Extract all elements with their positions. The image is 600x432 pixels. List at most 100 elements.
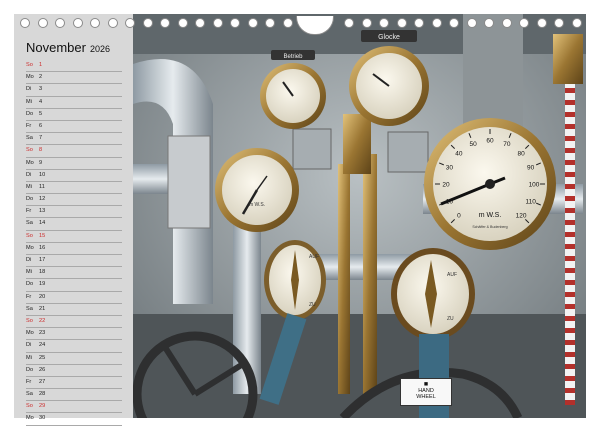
month-name: November <box>26 40 86 55</box>
binding-hole <box>160 18 170 28</box>
binding-hole <box>519 18 529 28</box>
weekday: So <box>26 147 33 154</box>
binding-hole <box>554 18 564 28</box>
tube-stripe <box>565 208 575 213</box>
pressure-gauge-large: 0102030405060708090100110120 m W.S. Schä… <box>424 118 556 250</box>
weekday: So <box>26 232 33 239</box>
tube-stripe <box>565 280 575 285</box>
day-row: So 22 <box>26 316 122 329</box>
weekday: Fr <box>26 378 32 385</box>
gauge-maker: Schäffer & Budenberg <box>472 225 507 229</box>
day-number: 18 <box>39 269 46 276</box>
day-row: So 15 <box>26 231 122 243</box>
weekday: Mo <box>26 330 34 337</box>
weekday: Fr <box>26 293 32 300</box>
binding-hole <box>282 18 293 28</box>
weekday: Do <box>26 366 34 373</box>
weekday: Di <box>26 86 32 93</box>
day-row: Fr 13 <box>26 206 122 219</box>
tube-stripe <box>565 304 575 309</box>
gauge-tick-label: 90 <box>527 165 535 172</box>
month-heading: November 2026 <box>26 40 110 55</box>
gauge-tick-label: 40 <box>455 150 463 157</box>
day-number: 24 <box>39 342 46 349</box>
gauge-tick-label: 120 <box>516 213 527 220</box>
placard-icon: ■ <box>423 381 429 388</box>
day-row: So 8 <box>26 145 122 158</box>
day-row: Fr 6 <box>26 121 122 134</box>
tube-stripe <box>565 172 575 177</box>
binding-hole <box>142 18 153 28</box>
weekday: So <box>26 403 33 410</box>
gauge-tick-label: 80 <box>517 150 525 157</box>
valve-indicator-right: AUF ZU <box>391 248 475 340</box>
gauge-label: Glocke <box>378 34 400 41</box>
binding-hole <box>212 18 223 28</box>
day-row: Sa 14 <box>26 218 122 231</box>
weekday: Fr <box>26 208 32 215</box>
day-row: Di 10 <box>26 170 122 182</box>
day-number: 3 <box>39 86 43 93</box>
tube-stripe <box>565 256 575 261</box>
tube-stripe <box>565 244 575 249</box>
day-number: 29 <box>39 403 46 410</box>
binding-hole <box>177 18 188 28</box>
binding-hole <box>90 18 100 28</box>
day-number: 6 <box>39 122 43 129</box>
day-number: 17 <box>39 257 46 263</box>
day-number: 7 <box>39 135 43 142</box>
day-number: 11 <box>39 183 45 190</box>
day-row: So 1 <box>26 60 122 73</box>
tube-stripe <box>565 388 575 393</box>
weekday: Mo <box>26 74 34 81</box>
day-row: Sa 7 <box>26 133 122 146</box>
day-row: Do 5 <box>26 109 122 121</box>
binding-hole <box>195 18 205 28</box>
caption-line2: WHEEL <box>416 394 436 400</box>
binding-hole <box>37 18 48 28</box>
weekday: Mo <box>26 415 34 422</box>
pressure-gauge-mid-left: m W.S. <box>215 148 299 232</box>
day-number: 26 <box>39 366 46 373</box>
weekday: Mi <box>26 98 32 105</box>
weekday: Mo <box>26 159 34 166</box>
day-number: 5 <box>39 110 43 117</box>
tube-stripe <box>565 340 575 345</box>
dial-label-open: AUF <box>447 272 457 278</box>
tube-stripe <box>565 376 575 381</box>
gauge-tick-label: 70 <box>503 141 511 148</box>
binding-hole <box>449 18 459 28</box>
day-number: 4 <box>39 98 43 105</box>
day-number: 21 <box>39 305 46 312</box>
binding-hole <box>107 18 118 28</box>
day-row: Do 19 <box>26 279 122 292</box>
year: 2026 <box>89 44 110 54</box>
binding-hole <box>247 18 258 28</box>
binding-hole <box>396 18 407 28</box>
binding-hole <box>125 18 135 28</box>
binding-hole <box>484 18 494 28</box>
day-row: Mo 16 <box>26 243 122 255</box>
tube-stripe <box>565 352 575 357</box>
day-row: Di 3 <box>26 84 122 97</box>
weekday: Do <box>26 281 34 288</box>
tube-stripe <box>565 328 575 333</box>
weekday: Sa <box>26 220 33 227</box>
dial-label-open: AUF <box>309 254 319 260</box>
day-number: 20 <box>39 293 46 300</box>
tube-stripe <box>565 124 575 129</box>
day-number: 1 <box>39 62 43 68</box>
tube-stripe <box>565 364 575 369</box>
engine-room-photo: Betrieb Glocke m W.S. 010203040506070809… <box>133 14 586 418</box>
binding-hole <box>571 18 582 28</box>
day-number: 28 <box>39 391 46 398</box>
binding-hole <box>55 18 65 28</box>
weekday: So <box>26 62 33 68</box>
day-number: 15 <box>39 232 46 239</box>
gauge-tick-label: 20 <box>442 182 450 189</box>
day-row: Mo 30 <box>26 413 122 426</box>
photo: Betrieb Glocke m W.S. 010203040506070809… <box>133 14 586 418</box>
gauge-tick-label: 0 <box>457 213 461 220</box>
day-number: 30 <box>39 415 46 422</box>
binding-hole <box>72 18 83 28</box>
